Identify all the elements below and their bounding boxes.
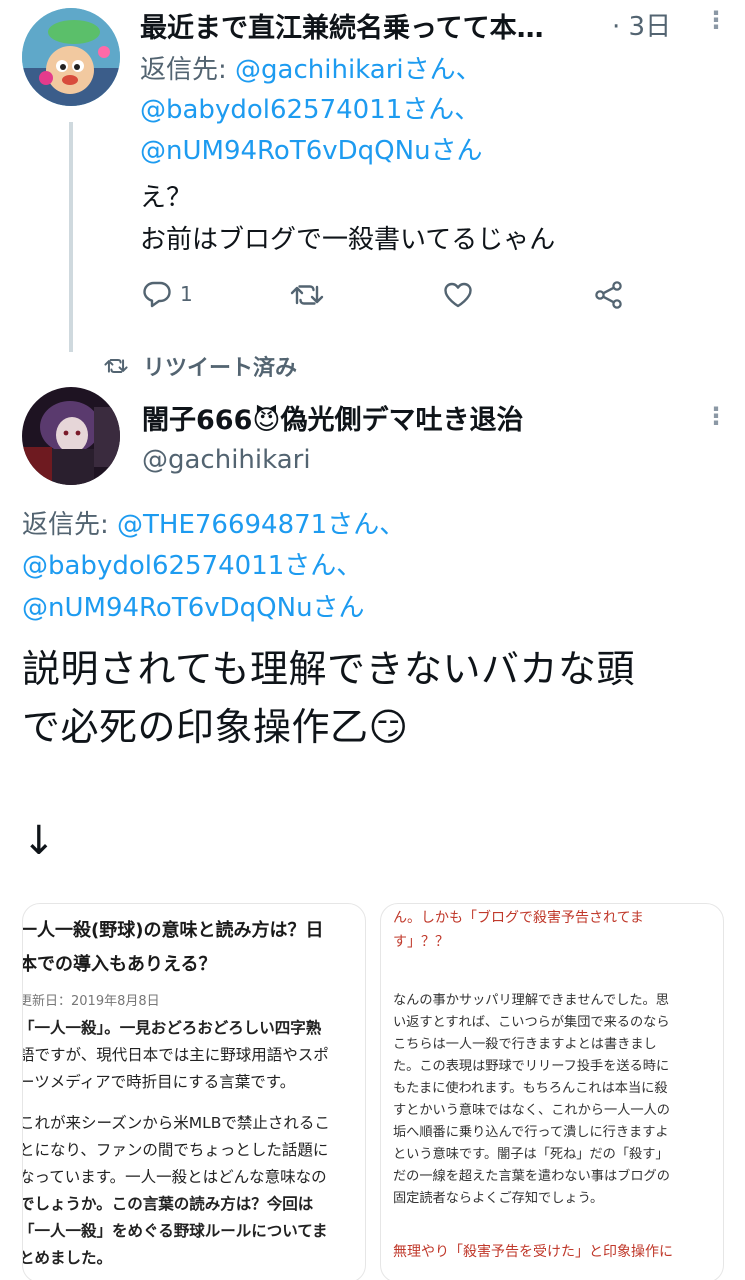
article-body-line: なっています。一人一殺とはどんな意味なの bbox=[22, 1168, 327, 1186]
reply-button[interactable]: 1 bbox=[142, 280, 193, 308]
avatar[interactable] bbox=[22, 387, 120, 485]
tweet-author-handle[interactable]: @gachihikari bbox=[142, 445, 311, 475]
attached-image[interactable]: ん。しかも「ブログで殺害予告されてま す」？？ なんの事かサッパリ理解できません… bbox=[380, 903, 724, 1280]
article-body-line: 語ですが、現代日本では主に野球用語やスポ bbox=[22, 1046, 329, 1064]
blog-body-line: すとかいう意味ではなく、これから一人一人の bbox=[393, 1103, 670, 1118]
blog-body-line: なんの事かサッパリ理解できませんでした。思 bbox=[393, 993, 669, 1008]
reply-count: 1 bbox=[180, 282, 193, 306]
like-button[interactable] bbox=[443, 281, 473, 313]
reply-prefix: 返信先: bbox=[140, 55, 236, 85]
blog-body-line: だの一線を超えた言葉を遣わない事はブログの bbox=[393, 1169, 670, 1184]
avatar-image bbox=[22, 387, 120, 485]
tweet-text-line: で必死の印象操作乙😏 bbox=[22, 705, 409, 749]
more-icon[interactable]: ⋮ bbox=[704, 6, 728, 34]
reply-prefix: 返信先: bbox=[22, 510, 118, 540]
more-icon[interactable]: ⋮ bbox=[704, 402, 728, 430]
retweet-label: リツイート済み bbox=[143, 356, 298, 381]
mention-link[interactable]: @babydol62574011さん、 bbox=[22, 546, 362, 586]
blog-body-line: こちらは一人一殺で行きますよとは書きまし bbox=[393, 1037, 657, 1052]
reply-to-line: 返信先: @gachihikariさん、 bbox=[140, 50, 482, 90]
tweet-author-name[interactable]: 闇子666😈偽光側デマ吐き退治 bbox=[142, 398, 662, 437]
tweet-timestamp[interactable]: · 3日 bbox=[612, 6, 671, 43]
article-title-line: 本での導入もありえる？ bbox=[22, 954, 217, 975]
mention-link[interactable]: @nUM94RoT6vDqQNuさん bbox=[140, 131, 483, 171]
blog-body-line: という意味です。闇子は「死ね」だの「殺す」 bbox=[393, 1147, 669, 1162]
blog-heading-line: ん。しかも「ブログで殺害予告されてま bbox=[393, 910, 644, 926]
mention-link[interactable]: @gachihikariさん、 bbox=[235, 55, 482, 85]
article-updated-date: 更新日：2019年8月8日 bbox=[22, 994, 160, 1009]
attached-image[interactable]: 一人一殺(野球)の意味と読み方は？日 本での導入もありえる？ 更新日：2019年… bbox=[22, 903, 366, 1280]
article-body-line: 「一人一殺」。一見おどろおどろしい四字熟 bbox=[22, 1019, 322, 1037]
article-body-line: ーツメディアで時折目にする言葉です。 bbox=[22, 1073, 296, 1091]
retweet-indicator bbox=[104, 356, 128, 380]
blog-body-line: 固定読者ならよくご存知でしょう。 bbox=[393, 1191, 604, 1206]
tweet-author-name[interactable]: 最近まで直江兼続名乗ってて本… bbox=[140, 6, 595, 44]
tweet-text-line: 説明されても理解できないバカな頭 bbox=[22, 647, 635, 691]
retweet-button[interactable] bbox=[290, 281, 324, 313]
like-icon bbox=[444, 282, 472, 308]
tweet-text-line: お前はブログで一殺書いてるじゃん bbox=[140, 225, 556, 255]
thread-connector bbox=[69, 122, 73, 352]
share-button[interactable] bbox=[594, 281, 624, 313]
share-icon bbox=[595, 281, 622, 309]
retweet-icon bbox=[104, 359, 128, 373]
blog-body-line: い返すとすれば、こいつらが集団で来るのなら bbox=[393, 1015, 670, 1030]
article-body-line bbox=[23, 1096, 330, 1110]
retweet-icon bbox=[290, 285, 324, 305]
blog-body-line: 垢へ順番に乗り込んで行って潰しに行きますよ bbox=[393, 1125, 669, 1140]
reply-icon bbox=[143, 281, 171, 308]
blog-body-line: もたまに使われます。もちろんこれは本当に殺 bbox=[393, 1081, 668, 1096]
avatar[interactable] bbox=[22, 8, 120, 106]
article-body-line: これが来シーズンから米MLBで禁止されるこ bbox=[22, 1114, 330, 1132]
mention-link[interactable]: @THE76694871さん、 bbox=[117, 510, 405, 540]
reply-to-line: 返信先: @THE76694871さん、 bbox=[22, 505, 405, 545]
mention-link[interactable]: @nUM94RoT6vDqQNuさん bbox=[22, 588, 365, 628]
down-arrow: ↓ bbox=[22, 818, 56, 864]
blog-footer-line: 無理やり「殺害予告を受けた」と印象操作に bbox=[393, 1244, 673, 1260]
blog-body-line: た。この表現は野球でリリーフ投手を送る時に bbox=[393, 1059, 670, 1074]
article-body-line: 「一人一殺」をめぐる野球ルールについてま bbox=[22, 1222, 328, 1240]
tweet-text-line: え？ bbox=[140, 183, 193, 213]
article-body-line: でしょうか。この言葉の読み方は？今回は bbox=[22, 1195, 314, 1213]
avatar-image bbox=[22, 8, 120, 106]
article-body-line: とになり、ファンの間でちょっとした話題に bbox=[22, 1141, 329, 1159]
article-body-line: とめました。 bbox=[22, 1249, 113, 1267]
article-title-line: 一人一殺(野球)の意味と読み方は？日 bbox=[22, 920, 324, 941]
blog-heading-line: す」？？ bbox=[393, 934, 449, 950]
mention-link[interactable]: @babydol62574011さん、 bbox=[140, 90, 480, 130]
